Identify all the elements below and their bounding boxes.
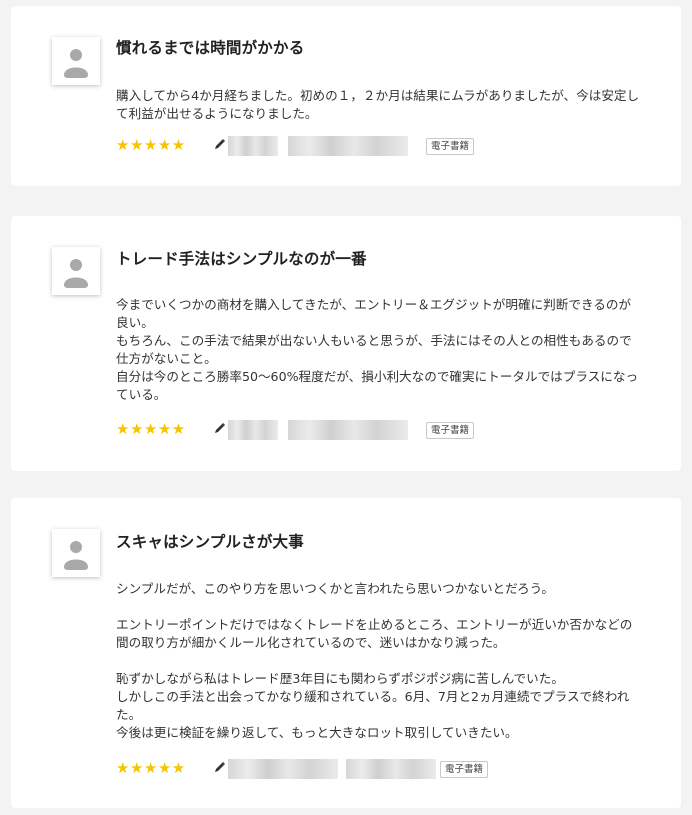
- user-avatar-icon: [52, 37, 100, 85]
- review-date-redacted: [288, 136, 408, 156]
- review-paragraph: 自分は今のところ勝率50～60%程度だが、損小利大なので確実にトータルではプラス…: [116, 369, 639, 402]
- review-date-redacted: [346, 759, 436, 779]
- review-card: 慣れるまでは時間がかかる 購入してから4か月経ちました。初めの１，２か月は結果に…: [11, 6, 681, 186]
- review-paragraph: 今後は更に検証を繰り返して、もっと大きなロット取引していきたい。: [116, 725, 518, 740]
- star-rating: ★★★★★: [116, 420, 186, 438]
- review-paragraph-spacer: [116, 598, 641, 616]
- user-avatar-icon: [52, 247, 100, 295]
- review-date-redacted: [288, 420, 408, 440]
- review-body: 購入してから4か月経ちました。初めの１，２か月は結果にムラがありましたが、今は安…: [116, 87, 641, 123]
- review-meta: ★★★★★ 電子書籍: [116, 136, 536, 156]
- review-title: トレード手法はシンプルなのが一番: [116, 250, 367, 268]
- star-rating: ★★★★★: [116, 136, 186, 154]
- pencil-icon: [215, 423, 225, 433]
- pencil-icon: [215, 762, 225, 772]
- review-paragraph: 購入してから4か月経ちました。初めの１，２か月は結果にムラがありましたが、今は安…: [116, 88, 640, 121]
- product-type-badge: 電子書籍: [426, 422, 475, 439]
- pencil-icon: [215, 139, 225, 149]
- review-paragraph: 恥ずかしながら私はトレード歴3年目にも関わらずポジポジ病に苦しんでいた。: [116, 671, 564, 686]
- review-paragraph: しかしこの手法と出会ってかなり緩和されている。6月、7月と2ヵ月連続でプラスで終…: [116, 689, 630, 722]
- reviewer-name-redacted: [228, 136, 278, 156]
- star-rating: ★★★★★: [116, 759, 186, 777]
- review-title: スキャはシンプルさが大事: [116, 533, 304, 551]
- review-paragraph: 今までいくつかの商材を購入してきたが、エントリー＆エグジットが明確に判断できるの…: [116, 297, 632, 330]
- review-paragraph: エントリーポイントだけではなくトレードを止めるところ、エントリーが近いか否かなど…: [116, 617, 633, 650]
- review-paragraph: もちろん、この手法で結果が出ない人もいると思うが、手法にはその人との相性もあるの…: [116, 333, 632, 366]
- product-type-badge: 電子書籍: [426, 138, 475, 155]
- review-paragraph-spacer: [116, 652, 641, 670]
- review-meta: ★★★★★ 電子書籍: [116, 420, 536, 440]
- review-body: 今までいくつかの商材を購入してきたが、エントリー＆エグジットが明確に判断できるの…: [116, 296, 641, 404]
- review-title: 慣れるまでは時間がかかる: [116, 39, 305, 57]
- review-card: スキャはシンプルさが大事 シンプルだが、このやり方を思いつくかと言われたら思いつ…: [11, 498, 681, 808]
- review-card: トレード手法はシンプルなのが一番 今までいくつかの商材を購入してきたが、エントリ…: [11, 216, 681, 471]
- product-type-badge: 電子書籍: [440, 761, 489, 778]
- review-body: シンプルだが、このやり方を思いつくかと言われたら思いつかないとだろう。 エントリ…: [116, 580, 641, 742]
- reviewer-name-redacted: [228, 420, 278, 440]
- reviewer-name-redacted: [228, 759, 338, 779]
- user-avatar-icon: [52, 529, 100, 577]
- review-paragraph: シンプルだが、このやり方を思いつくかと言われたら思いつかないとだろう。: [116, 581, 555, 596]
- review-meta: ★★★★★ 電子書籍: [116, 759, 566, 779]
